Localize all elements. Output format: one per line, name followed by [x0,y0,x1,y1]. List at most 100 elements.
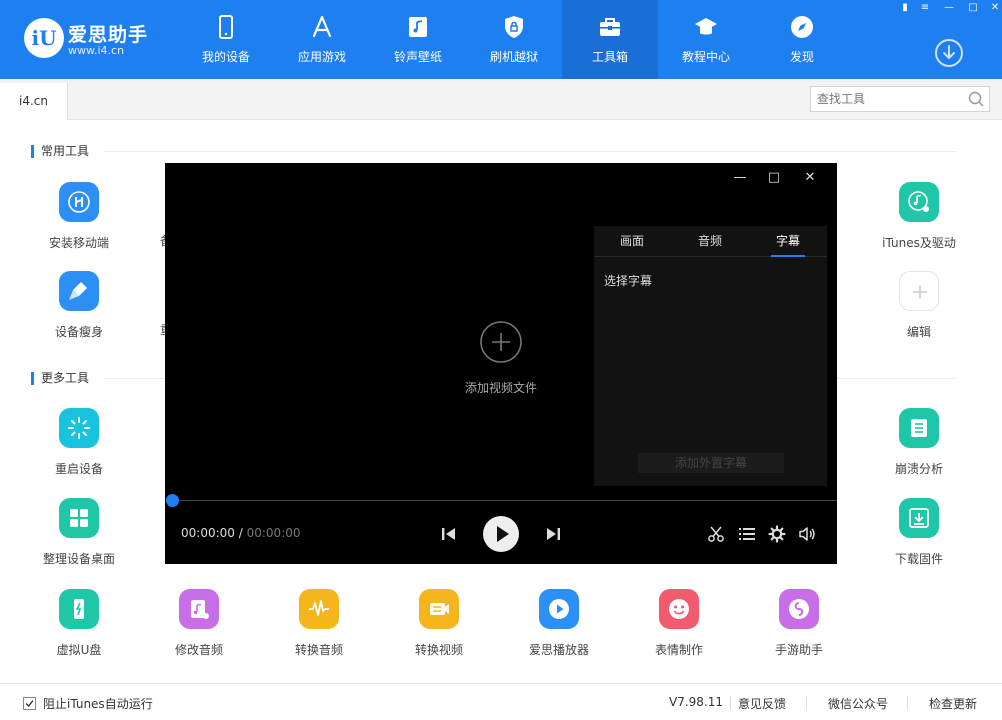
app-header: iU 爱思助手 www.i4.cn 我的设备 应用游戏 铃声壁纸 刷机越狱 工具… [0,0,1002,79]
download-icon[interactable] [934,38,964,68]
tab-picture[interactable]: 画面 [597,226,667,257]
status-divider [806,696,807,710]
app-logo[interactable]: iU 爱思助手 www.i4.cn [24,18,154,62]
tool-crash-analysis[interactable]: 崩溃分析 [869,408,969,477]
player-maximize-icon[interactable]: □ [765,170,783,186]
block-itunes-label[interactable]: 阻止iTunes自动运行 [43,695,153,712]
search-icon[interactable] [967,90,985,108]
next-icon[interactable] [544,526,562,542]
player-close-icon[interactable]: ✕ [801,170,819,186]
playback-time: 00:00:00 / 00:00:00 [181,526,301,540]
tool-itunes-driver[interactable]: iTunes及驱动 [869,182,969,251]
status-divider [730,696,731,710]
install-mobile-icon [59,182,99,222]
tool-emoji-maker[interactable]: 表情制作 [629,589,729,658]
tool-label: 设备瘦身 [54,325,103,339]
section-more-tools: 更多工具 [31,372,89,385]
nav-tutorials[interactable]: 教程中心 [658,0,754,79]
tool-download-firmware[interactable]: 下载固件 [869,498,969,567]
nav-flash-jailbreak[interactable]: 刷机越狱 [466,0,562,79]
firmware-download-icon [899,498,939,538]
nav-label: 铃声壁纸 [393,50,442,64]
block-itunes-checkbox[interactable] [23,697,36,710]
video-convert-icon [419,589,459,629]
tab-bar: i4.cn [0,79,1002,120]
nav-discover[interactable]: 发现 [754,0,850,79]
time-separator: / [238,526,243,540]
tool-label: 转换音频 [294,643,343,657]
tool-restart-device[interactable]: 重启设备 [29,408,129,477]
nav-ringtones[interactable]: 铃声壁纸 [370,0,466,79]
waveform-icon [299,589,339,629]
add-external-subtitle-button[interactable]: 添加外置字幕 [638,453,784,473]
music-file-icon [409,17,427,37]
player-minimize-icon[interactable]: — [731,170,749,186]
menu-icon[interactable]: ≡ [916,1,934,15]
toolbox-icon [600,18,620,36]
wechat-link[interactable]: 微信公众号 [828,695,888,712]
nav-my-device[interactable]: 我的设备 [178,0,274,79]
tool-label: 下载固件 [894,552,943,566]
maximize-icon[interactable]: □ [964,1,982,15]
close-icon[interactable]: ✕ [986,1,1002,15]
tool-label: 崩溃分析 [894,462,943,476]
skin-icon[interactable]: ▮ [896,1,914,15]
shield-icon [505,16,523,38]
tool-game-helper[interactable]: 手游助手 [749,589,849,658]
tool-edit[interactable]: 编辑 [869,271,969,340]
broom-icon [59,271,99,311]
scissors-icon[interactable] [707,525,725,543]
add-video-icon[interactable] [479,320,523,364]
nav-label: 发现 [789,50,814,64]
tab-i4cn[interactable]: i4.cn [0,83,68,120]
search-input[interactable] [811,87,961,111]
tool-label: 安装移动端 [48,236,109,250]
tool-edit-audio[interactable]: 修改音频 [149,589,249,658]
app-title: 爱思助手 [68,24,149,46]
select-subtitle-label: 选择字幕 [604,274,653,288]
volume-icon[interactable] [798,525,816,543]
previous-icon[interactable] [440,526,458,542]
gear-icon[interactable] [768,525,786,543]
nav-label: 应用游戏 [297,50,346,64]
compass-icon [791,16,813,38]
tool-slim-device[interactable]: 设备瘦身 [29,271,129,340]
progress-handle[interactable] [166,494,179,507]
feedback-link[interactable]: 意见反馈 [738,695,786,712]
tool-convert-video[interactable]: 转换视频 [389,589,489,658]
minimize-icon[interactable]: — [940,1,958,15]
playlist-icon[interactable] [738,525,756,543]
tool-install-mobile[interactable]: 安装移动端 [29,182,129,251]
video-player-window: — □ ✕ 添加视频文件 画面 音频 字幕 选择字幕 添加外置字幕 00:00:… [165,163,837,564]
nav-label: 我的设备 [201,50,250,64]
tool-convert-audio[interactable]: 转换音频 [269,589,369,658]
nav-apps-games[interactable]: 应用游戏 [274,0,370,79]
tool-organize-desktop[interactable]: 整理设备桌面 [29,498,129,567]
tool-search [810,86,990,112]
tool-label: 编辑 [906,325,931,339]
audio-edit-icon [179,589,219,629]
tab-subtitle[interactable]: 字幕 [753,226,823,257]
plus-icon [899,271,939,311]
status-divider [907,696,908,710]
tool-label: iTunes及驱动 [882,236,956,250]
progress-track[interactable] [172,500,837,501]
usb-drive-icon [59,589,99,629]
app-url: www.i4.cn [68,44,125,57]
current-time: 00:00:00 [181,526,235,540]
tool-label: 转换视频 [414,643,463,657]
add-video-label[interactable]: 添加视频文件 [425,379,577,396]
check-update-link[interactable]: 检查更新 [929,695,977,712]
status-bar: 阻止iTunes自动运行 V7.98.11 意见反馈 微信公众号 检查更新 [0,683,1002,720]
tool-i4-player[interactable]: 爱思播放器 [509,589,609,658]
play-icon[interactable] [482,515,520,553]
itunes-driver-icon [899,182,939,222]
tab-audio[interactable]: 音频 [675,226,745,257]
report-icon [899,408,939,448]
nav-toolbox[interactable]: 工具箱 [562,0,658,79]
tool-label: 爱思播放器 [528,643,589,657]
tool-virtual-udisk[interactable]: 虚拟U盘 [29,589,129,658]
tool-label: 表情制作 [654,643,703,657]
grid-icon [59,498,99,538]
graduation-cap-icon [695,18,717,35]
